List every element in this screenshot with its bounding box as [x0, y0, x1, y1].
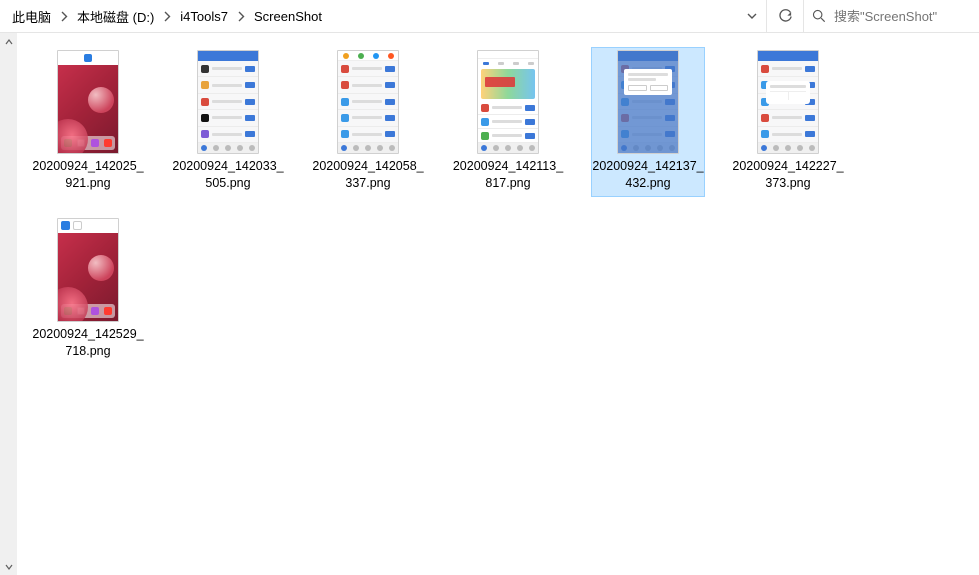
file-item[interactable]: 20200924_142058_337.png: [311, 47, 425, 197]
breadcrumb-item-folder1[interactable]: i4Tools7: [174, 4, 234, 28]
file-item[interactable]: 20200924_142137_432.png: [591, 47, 705, 197]
file-thumbnail: [596, 50, 700, 154]
file-thumbnail: [36, 218, 140, 322]
chevron-right-icon[interactable]: [160, 11, 174, 22]
search-box[interactable]: [803, 0, 979, 32]
file-pane[interactable]: 20200924_142025_921.png 20200924_142033_…: [17, 33, 979, 575]
file-thumbnail: [316, 50, 420, 154]
breadcrumb-item-root[interactable]: 此电脑: [6, 4, 57, 28]
file-thumbnail: [176, 50, 280, 154]
file-thumbnail: [736, 50, 840, 154]
vertical-scrollbar[interactable]: [0, 33, 17, 575]
refresh-button[interactable]: [767, 0, 803, 32]
search-icon: [812, 9, 826, 23]
file-grid: 20200924_142025_921.png 20200924_142033_…: [31, 47, 965, 365]
file-name-label: 20200924_142137_432.png: [591, 158, 705, 192]
file-item[interactable]: 20200924_142529_718.png: [31, 215, 145, 365]
file-name-label: 20200924_142025_921.png: [31, 158, 145, 192]
breadcrumb: 此电脑 本地磁盘 (D:) i4Tools7 ScreenShot: [0, 0, 738, 32]
file-item[interactable]: 20200924_142113_817.png: [451, 47, 565, 197]
chevron-right-icon[interactable]: [234, 11, 248, 22]
file-item[interactable]: 20200924_142227_373.png: [731, 47, 845, 197]
history-dropdown-button[interactable]: [738, 0, 766, 32]
file-thumbnail: [36, 50, 140, 154]
file-name-label: 20200924_142033_505.png: [171, 158, 285, 192]
file-thumbnail: [456, 50, 560, 154]
scroll-down-button[interactable]: [0, 558, 17, 575]
chevron-right-icon[interactable]: [57, 11, 71, 22]
file-name-label: 20200924_142058_337.png: [311, 158, 425, 192]
file-item[interactable]: 20200924_142033_505.png: [171, 47, 285, 197]
address-toolbar: 此电脑 本地磁盘 (D:) i4Tools7 ScreenShot: [0, 0, 979, 33]
file-name-label: 20200924_142227_373.png: [731, 158, 845, 192]
explorer-body: 20200924_142025_921.png 20200924_142033_…: [0, 33, 979, 575]
file-item[interactable]: 20200924_142025_921.png: [31, 47, 145, 197]
search-input[interactable]: [834, 9, 971, 24]
breadcrumb-item-current[interactable]: ScreenShot: [248, 4, 328, 28]
file-name-label: 20200924_142529_718.png: [31, 326, 145, 360]
file-name-label: 20200924_142113_817.png: [451, 158, 565, 192]
breadcrumb-item-drive[interactable]: 本地磁盘 (D:): [71, 4, 160, 28]
scroll-up-button[interactable]: [0, 33, 17, 50]
